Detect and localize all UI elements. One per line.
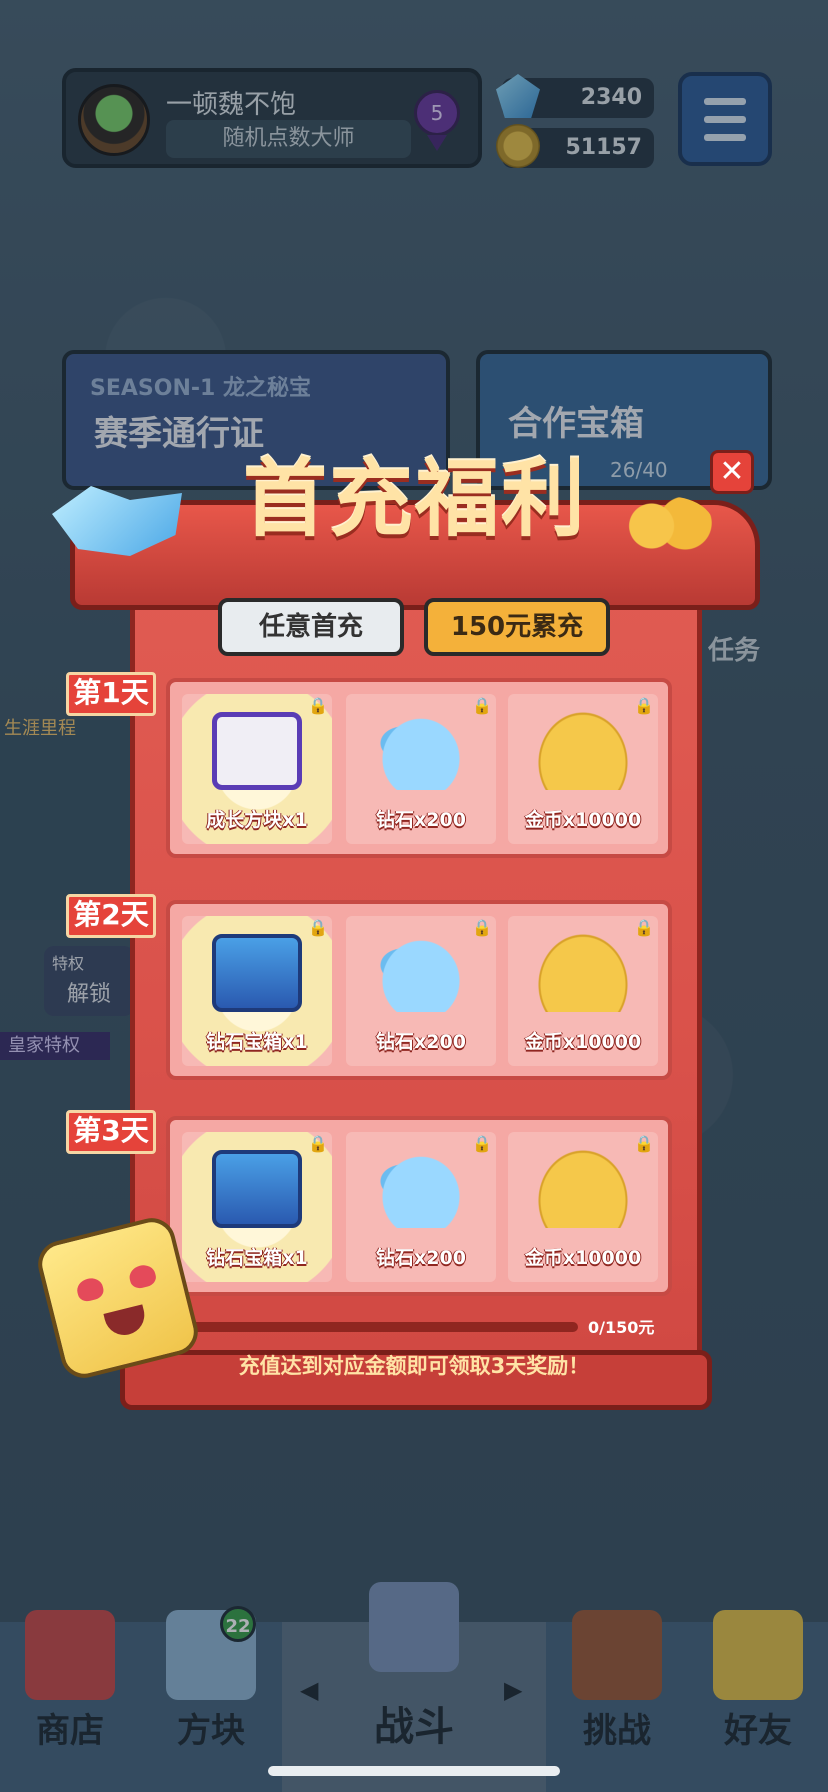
- reward-name: 钻石宝箱x1: [206, 1031, 308, 1053]
- reward-slot[interactable]: 🔒 钻石x200: [346, 916, 496, 1066]
- day-row-1: 🔒 成长方块x1 🔒 钻石x200 🔒 金币x10000: [166, 678, 672, 858]
- reward-slot[interactable]: 🔒 钻石宝箱x1: [182, 1132, 332, 1282]
- reward-slot[interactable]: 🔒 钻石x200: [346, 1132, 496, 1282]
- lock-icon: 🔒: [308, 696, 328, 715]
- reward-slot[interactable]: 🔒 金币x10000: [508, 1132, 658, 1282]
- modal-title: 首充福利: [242, 450, 587, 548]
- reward-slot[interactable]: 🔒 钻石宝箱x1: [182, 916, 332, 1066]
- home-indicator[interactable]: [268, 1766, 560, 1776]
- reward-name: 金币x10000: [524, 1031, 642, 1053]
- reward-name: 金币x10000: [524, 809, 642, 831]
- lock-icon: 🔒: [472, 696, 492, 715]
- lock-icon: 🔒: [634, 696, 654, 715]
- reward-name: 钻石x200: [376, 809, 466, 831]
- lock-icon: 🔒: [308, 1134, 328, 1153]
- reward-name: 成长方块x1: [206, 809, 308, 831]
- diamond-icon: [376, 1150, 466, 1228]
- day-row-2: 🔒 钻石宝箱x1 🔒 钻石x200 🔒 金币x10000: [166, 900, 672, 1080]
- day-tag-1: 第1天: [66, 672, 156, 716]
- tab-150-cumulative[interactable]: 150元累充: [424, 598, 610, 656]
- recharge-progress-bar: [188, 1322, 578, 1332]
- growth-cube-icon: [212, 712, 302, 790]
- reward-name: 钻石宝箱x1: [206, 1247, 308, 1269]
- lock-icon: 🔒: [472, 1134, 492, 1153]
- reward-slot[interactable]: 🔒 金币x10000: [508, 916, 658, 1066]
- reward-name: 金币x10000: [524, 1247, 642, 1269]
- reward-slot[interactable]: 🔒 钻石x200: [346, 694, 496, 844]
- day-tag-3: 第3天: [66, 1110, 156, 1154]
- diamond-icon: [376, 934, 466, 1012]
- day-tag-2: 第2天: [66, 894, 156, 938]
- diamond-icon: [376, 712, 466, 790]
- coin-pile-icon: [538, 934, 628, 1012]
- lock-icon: 🔒: [634, 1134, 654, 1153]
- day-row-3: 🔒 钻石宝箱x1 🔒 钻石x200 🔒 金币x10000: [166, 1116, 672, 1296]
- coin-pile-icon: [538, 1150, 628, 1228]
- diamond-chest-icon: [212, 934, 302, 1012]
- coin-pile-icon: [538, 712, 628, 790]
- reward-slot[interactable]: 🔒 金币x10000: [508, 694, 658, 844]
- tab-any-first-recharge[interactable]: 任意首充: [218, 598, 404, 656]
- lock-icon: 🔒: [472, 918, 492, 937]
- reward-name: 钻石x200: [376, 1031, 466, 1053]
- close-button[interactable]: ✕: [710, 450, 754, 494]
- diamond-chest-icon: [212, 1150, 302, 1228]
- progress-text: 0/150元: [588, 1318, 655, 1337]
- reward-name: 钻石x200: [376, 1247, 466, 1269]
- lock-icon: 🔒: [634, 918, 654, 937]
- reward-slot[interactable]: 🔒 成长方块x1: [182, 694, 332, 844]
- lock-icon: 🔒: [308, 918, 328, 937]
